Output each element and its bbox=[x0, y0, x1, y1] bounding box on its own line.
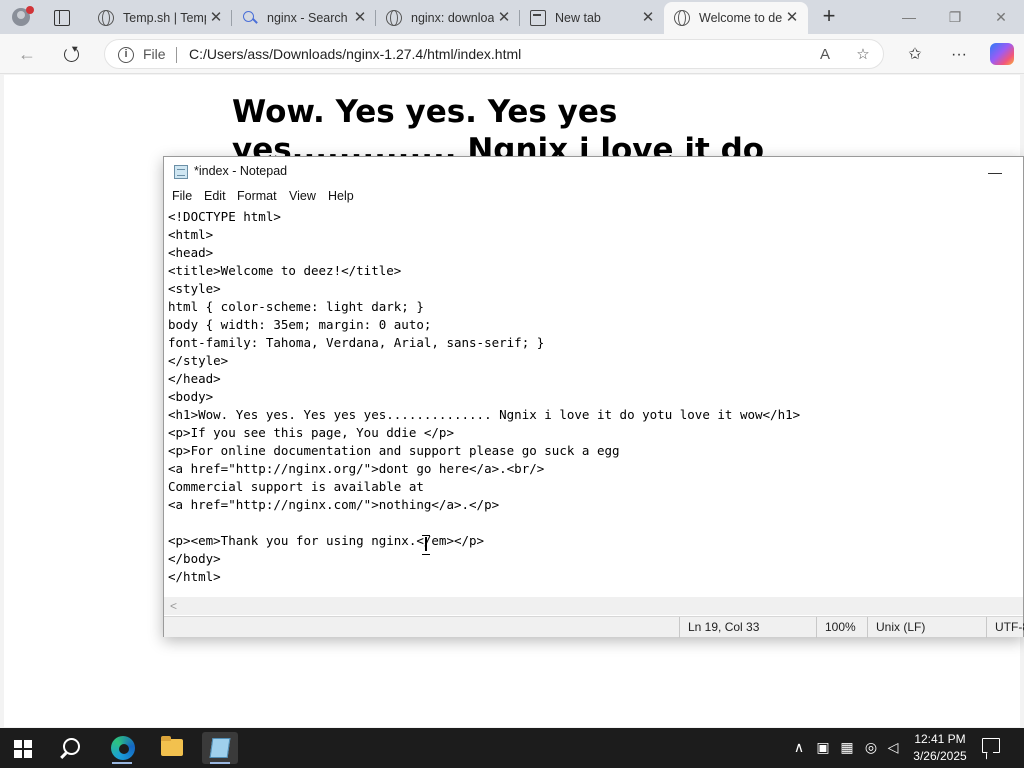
address-bar[interactable]: i File C:/Users/ass/Downloads/nginx-1.27… bbox=[104, 39, 884, 69]
system-clock[interactable]: 12:41 PM 3/26/2025 bbox=[904, 731, 976, 765]
browser-toolbar: ← i File C:/Users/ass/Downloads/nginx-1.… bbox=[0, 34, 1024, 74]
editor-line[interactable]: <p>For online documentation and support … bbox=[168, 442, 1019, 460]
editor-line[interactable]: font-family: Tahoma, Verdana, Arial, san… bbox=[168, 334, 1019, 352]
tab-title: nginx: downloa bbox=[411, 11, 494, 25]
editor-line[interactable]: <p>If you see this page, You ddie </p> bbox=[168, 424, 1019, 442]
browser-tab[interactable]: Temp.sh | Temp ✕ bbox=[88, 2, 232, 34]
editor-line[interactable] bbox=[168, 514, 1019, 532]
read-aloud-icon[interactable]: A bbox=[815, 45, 835, 65]
menu-format[interactable]: Format bbox=[237, 189, 277, 203]
editor-line[interactable]: <h1>Wow. Yes yes. Yes yes yes...........… bbox=[168, 406, 1019, 424]
browser-tab[interactable]: nginx - Search ✕ bbox=[232, 2, 376, 34]
menu-help[interactable]: Help bbox=[328, 189, 354, 203]
minimize-icon[interactable]: — bbox=[886, 0, 932, 34]
editor-line[interactable]: Commercial support is available at bbox=[168, 478, 1019, 496]
zoom-level: 100% bbox=[816, 617, 864, 638]
clock-date: 3/26/2025 bbox=[913, 749, 967, 763]
encoding: UTF-8 bbox=[986, 617, 1024, 638]
menu-file[interactable]: File bbox=[172, 189, 192, 203]
taskbar: ∧ ▣ ▦ ◎ ◁ 12:41 PM 3/26/2025 bbox=[0, 728, 1024, 768]
menu-bar: File Edit Format View Help bbox=[164, 187, 1023, 207]
scheme-label: File bbox=[143, 46, 166, 62]
tab-title: Temp.sh | Temp bbox=[123, 11, 206, 25]
editor-line[interactable]: <body> bbox=[168, 388, 1019, 406]
browser-tab-active[interactable]: Welcome to de ✕ bbox=[664, 2, 808, 34]
editor-line[interactable]: <a href="http://nginx.com/">nothing</a>.… bbox=[168, 496, 1019, 514]
info-icon[interactable]: i bbox=[118, 47, 134, 63]
close-tab-icon[interactable]: ✕ bbox=[782, 8, 802, 28]
editor-line[interactable]: <!DOCTYPE html> bbox=[168, 208, 1019, 226]
copilot-icon[interactable] bbox=[990, 43, 1014, 65]
folder-icon bbox=[161, 736, 183, 756]
refresh-icon[interactable] bbox=[58, 42, 84, 66]
new-tab-button[interactable]: + bbox=[818, 5, 840, 28]
chevron-up-icon[interactable]: ∧ bbox=[790, 738, 808, 756]
windows-start-icon[interactable] bbox=[14, 740, 32, 758]
editor-line[interactable]: <title>Welcome to deez!</title> bbox=[168, 262, 1019, 280]
notepad-taskbar-button[interactable] bbox=[202, 732, 238, 764]
restore-icon[interactable]: ❐ bbox=[932, 0, 978, 34]
globe-icon[interactable]: ◎ bbox=[862, 738, 880, 756]
editor-line[interactable]: <style> bbox=[168, 280, 1019, 298]
url-text[interactable]: C:/Users/ass/Downloads/nginx-1.27.4/html… bbox=[189, 46, 521, 62]
browser-tab-strip: Temp.sh | Temp ✕ nginx - Search ✕ nginx:… bbox=[0, 0, 1024, 34]
notepad-icon bbox=[174, 165, 188, 179]
profile-avatar-icon[interactable] bbox=[10, 6, 34, 28]
close-window-icon[interactable]: ✕ bbox=[978, 0, 1024, 34]
close-tab-icon[interactable]: ✕ bbox=[494, 8, 514, 28]
tab-actions-icon[interactable] bbox=[50, 6, 72, 28]
notepad-window: *index - Notepad — File Edit Format View… bbox=[163, 156, 1024, 638]
more-menu-icon[interactable]: ··· bbox=[948, 44, 970, 66]
close-tab-icon[interactable]: ✕ bbox=[638, 8, 658, 28]
network-icon[interactable]: ▦ bbox=[838, 738, 856, 756]
scroll-left-icon[interactable]: < bbox=[170, 599, 177, 613]
browser-tab[interactable]: New tab ✕ bbox=[520, 2, 664, 34]
tab-title: nginx - Search bbox=[267, 11, 348, 25]
edge-taskbar-button[interactable] bbox=[104, 732, 140, 764]
back-arrow-icon[interactable]: ← bbox=[14, 42, 40, 66]
close-tab-icon[interactable]: ✕ bbox=[206, 8, 226, 28]
notepad-titlebar[interactable]: *index - Notepad — bbox=[164, 157, 1023, 187]
cursor-position: Ln 19, Col 33 bbox=[679, 617, 809, 638]
globe-icon bbox=[386, 10, 402, 26]
editor-line[interactable]: </html> bbox=[168, 568, 1019, 586]
globe-icon bbox=[674, 10, 690, 26]
search-icon[interactable] bbox=[60, 737, 82, 759]
browser-tab[interactable]: nginx: downloa ✕ bbox=[376, 2, 520, 34]
horizontal-scrollbar[interactable]: < bbox=[164, 597, 1023, 615]
editor-line[interactable]: </body> bbox=[168, 550, 1019, 568]
editor-line[interactable]: html { color-scheme: light dark; } bbox=[168, 298, 1019, 316]
minimize-icon[interactable]: — bbox=[980, 161, 1010, 183]
notification-icon[interactable] bbox=[982, 738, 1000, 753]
clock-time: 12:41 PM bbox=[914, 732, 966, 746]
globe-icon bbox=[98, 10, 114, 26]
line-ending: Unix (LF) bbox=[867, 617, 985, 638]
newtab-icon bbox=[530, 10, 546, 26]
favorites-icon[interactable]: ✩ bbox=[904, 44, 926, 66]
menu-view[interactable]: View bbox=[289, 189, 316, 203]
tab-title: New tab bbox=[555, 11, 601, 25]
notepad-icon bbox=[209, 738, 231, 758]
editor-line[interactable]: </head> bbox=[168, 370, 1019, 388]
star-favorite-icon[interactable]: ☆ bbox=[853, 45, 873, 65]
status-bar: Ln 19, Col 33 100% Unix (LF) UTF-8 bbox=[164, 616, 1024, 638]
menu-edit[interactable]: Edit bbox=[204, 189, 226, 203]
editor-line[interactable]: <p><em>Thank you for using nginx.</em></… bbox=[168, 532, 1019, 550]
tab-title: Welcome to de bbox=[699, 11, 782, 25]
text-cursor-icon bbox=[422, 535, 430, 555]
close-tab-icon[interactable]: ✕ bbox=[350, 8, 370, 28]
editor-line[interactable]: <html> bbox=[168, 226, 1019, 244]
editor-line[interactable]: <a href="http://nginx.org/">dont go here… bbox=[168, 460, 1019, 478]
file-explorer-taskbar-button[interactable] bbox=[154, 732, 190, 764]
camera-icon[interactable]: ▣ bbox=[814, 738, 832, 756]
volume-icon[interactable]: ◁ bbox=[884, 738, 902, 756]
window-title: *index - Notepad bbox=[194, 164, 288, 178]
text-editor[interactable]: <!DOCTYPE html> <html> <head> <title>Welcom… bbox=[164, 207, 1023, 597]
editor-line[interactable]: <head> bbox=[168, 244, 1019, 262]
search-icon bbox=[242, 10, 258, 26]
editor-line[interactable]: </style> bbox=[168, 352, 1019, 370]
editor-line[interactable]: body { width: 35em; margin: 0 auto; bbox=[168, 316, 1019, 334]
edge-icon bbox=[111, 736, 135, 760]
